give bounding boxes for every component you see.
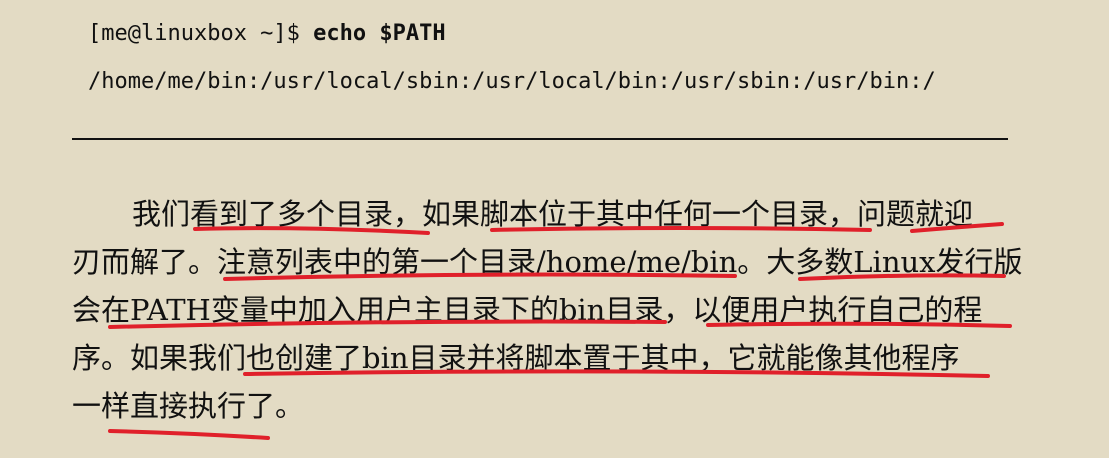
- paragraph-line-1: 我们看到了多个目录，如果脚本位于其中任何一个目录，问题就迎: [132, 197, 974, 231]
- paragraph-line-5: 一样直接执行了。: [72, 389, 305, 423]
- paragraph-line-3: 会在PATH变量中加入用户主目录下的bin目录，以便用户执行自己的程: [72, 293, 983, 327]
- terminal-command: echo $PATH: [313, 21, 446, 46]
- terminal-output: /home/me/bin:/usr/local/sbin:/usr/local/…: [88, 69, 936, 94]
- terminal-command-line: [me@linuxbox ~]$ echo $PATH: [88, 10, 936, 58]
- paragraph-line-4: 序。如果我们也创建了bin目录并将脚本置于其中，它就能像其他程序: [72, 341, 960, 375]
- body-paragraph: 我们看到了多个目录，如果脚本位于其中任何一个目录，问题就迎 刃而解了。注意列表中…: [72, 190, 1023, 430]
- paragraph-line-2: 刃而解了。注意列表中的第一个目录/home/me/bin。大多数Linux发行版: [72, 245, 1023, 279]
- horizontal-divider: [72, 138, 1008, 140]
- underline-mark-9: [108, 429, 270, 440]
- terminal-block: [me@linuxbox ~]$ echo $PATH/home/me/bin:…: [88, 10, 936, 106]
- terminal-prompt: [me@linuxbox ~]$: [88, 21, 314, 46]
